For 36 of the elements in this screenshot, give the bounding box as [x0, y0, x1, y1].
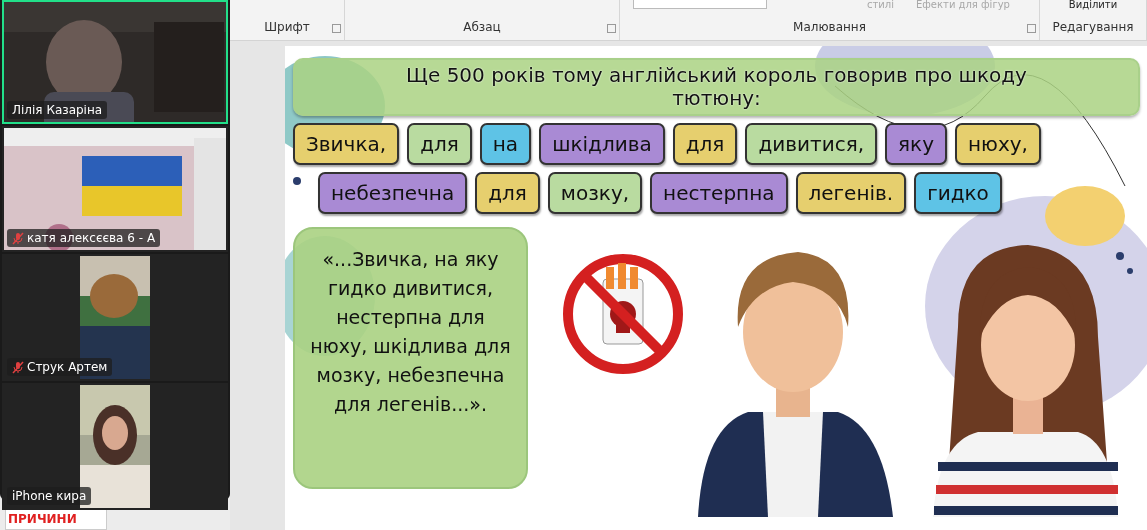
word-card[interactable]: небезпечна — [318, 172, 468, 214]
shapes-gallery[interactable] — [633, 0, 767, 9]
word-card[interactable]: для — [672, 123, 738, 165]
muted-mic-icon — [12, 231, 24, 245]
video-tile[interactable]: Лілія Казаріна — [2, 0, 228, 124]
word-card[interactable]: дивитися, — [745, 123, 878, 165]
quote-text: «...Звичка, на яку гидко дивитися, нестерпна для нюху, шкідлива для мозку, небезпечна для легенів...». — [293, 227, 528, 489]
video-tile[interactable]: Струк Артем — [2, 254, 228, 381]
participant-name: катя алексєєва 6 - А — [27, 231, 156, 245]
participant-name: Струк Артем — [27, 360, 108, 374]
video-tile[interactable]: iPhone кира — [2, 383, 228, 510]
group-label: Абзац — [463, 20, 501, 34]
word-card[interactable]: шкідлива — [539, 123, 665, 165]
participant-name: iPhone кира — [12, 489, 87, 503]
word-card[interactable]: для — [407, 123, 472, 165]
group-label: Редагування — [1052, 20, 1134, 34]
dot-drawing — [293, 177, 301, 185]
word-card[interactable]: нюху, — [955, 123, 1041, 165]
word-card[interactable]: Звичка, — [293, 123, 400, 165]
launcher-icon[interactable] — [1027, 24, 1036, 33]
word-card[interactable]: яку — [885, 123, 947, 165]
launcher-icon[interactable] — [332, 24, 341, 33]
word-card[interactable]: нестерпна — [650, 172, 788, 214]
word-card[interactable]: на — [479, 123, 532, 165]
word-card[interactable]: для — [475, 172, 540, 214]
word-card[interactable]: гидко — [914, 172, 1002, 214]
participant-name: Лілія Казаріна — [12, 103, 103, 117]
launcher-icon[interactable] — [607, 24, 616, 33]
word-card[interactable]: мозку, — [547, 172, 643, 214]
group-label: Шрифт — [264, 20, 310, 34]
word-card[interactable]: легенів. — [795, 172, 907, 214]
group-label: Малювання — [793, 20, 866, 34]
ribbon-item[interactable]: Виділити — [1068, 0, 1118, 9]
video-tile[interactable]: катя алексєєва 6 - А — [2, 126, 228, 252]
slide-title: Ще 500 років тому англійський король говорив про шкоду тютюну: — [293, 58, 1140, 116]
muted-mic-icon — [12, 360, 24, 374]
